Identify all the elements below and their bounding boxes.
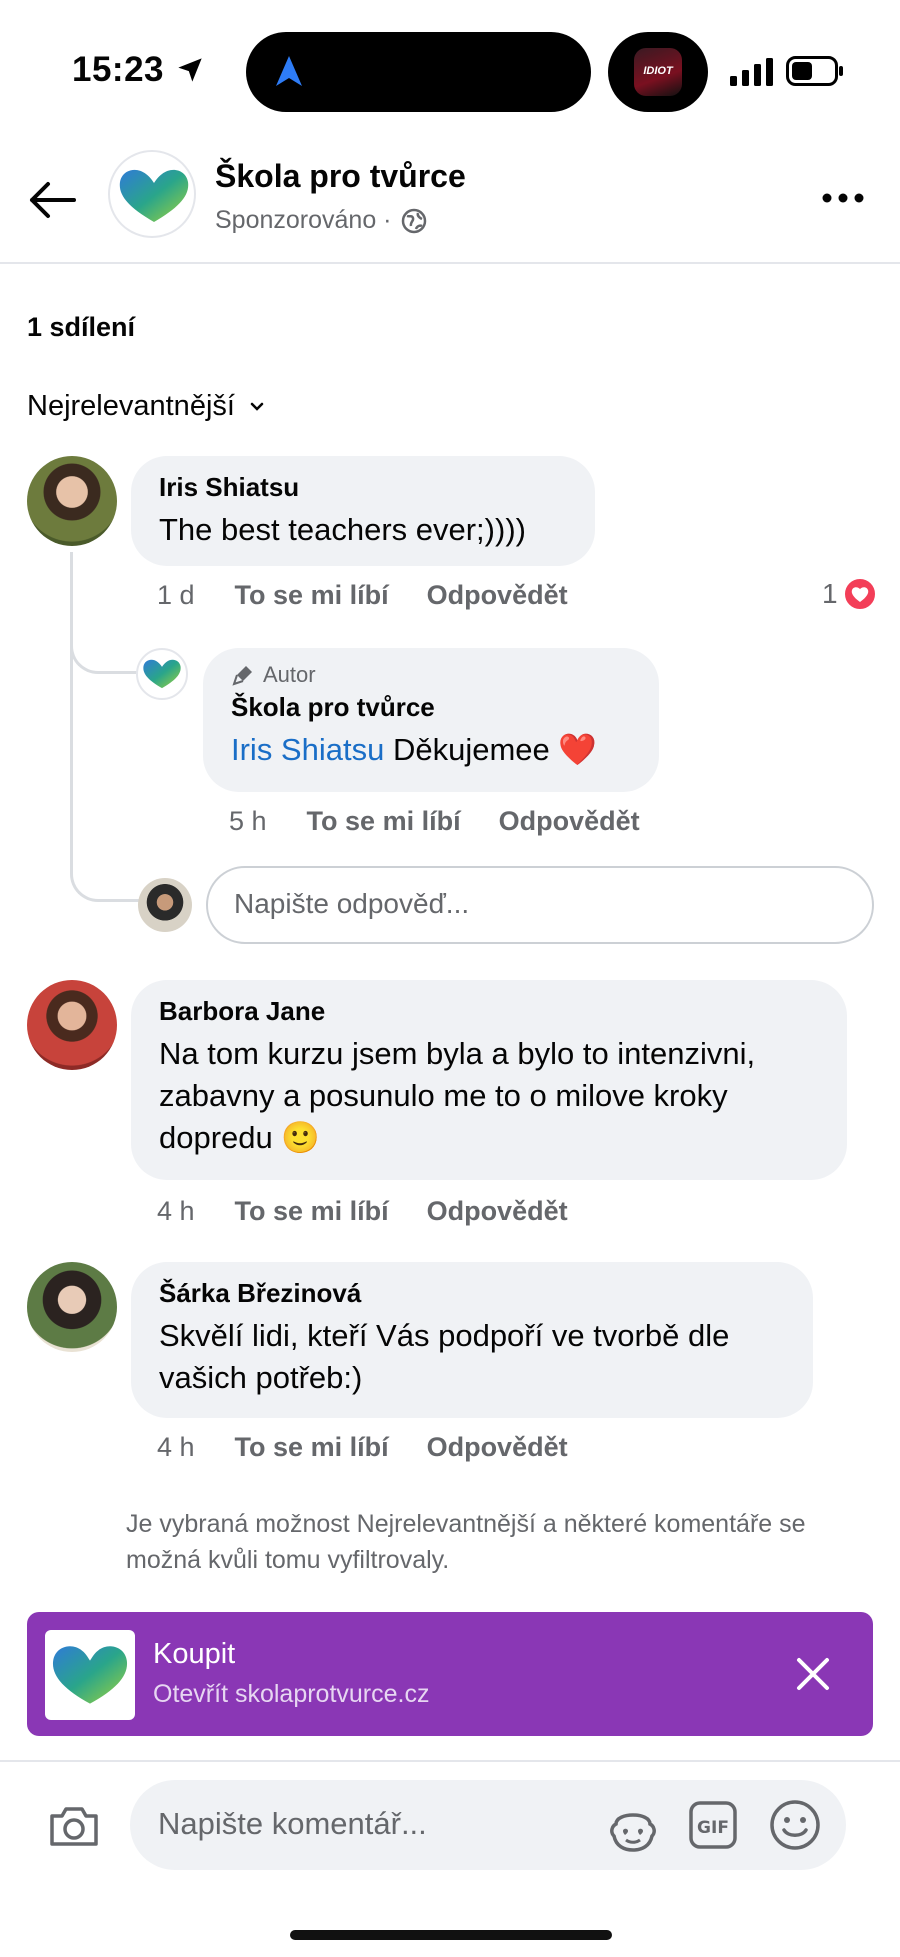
microphone-icon xyxy=(232,666,252,686)
comment-text-line: Skvělí lidi, kteří Vás podpoří ve tvorbě… xyxy=(159,1318,730,1353)
like-button[interactable]: To se mi líbí xyxy=(307,806,461,837)
comment-input[interactable]: Napište komentář... xyxy=(130,1780,846,1870)
gif-label: GIF xyxy=(697,1818,729,1838)
reply-button[interactable]: Odpovědět xyxy=(427,1196,568,1227)
battery-icon xyxy=(786,56,843,86)
comment-bubble[interactable]: Iris Shiatsu The best teachers ever;)))) xyxy=(131,456,595,566)
shares-count[interactable]: 1 sdílení xyxy=(27,312,135,343)
cellular-signal-icon xyxy=(730,58,773,86)
gif-icon: GIF xyxy=(689,1801,737,1849)
heart-logo-icon xyxy=(143,659,181,689)
location-arrow-icon xyxy=(178,58,202,82)
navigation-app-icon xyxy=(276,56,302,86)
comment-author[interactable]: Šárka Březinová xyxy=(159,1278,785,1309)
reply-text-body: Děkujemee xyxy=(392,732,550,767)
reply-button[interactable]: Odpovědět xyxy=(427,580,568,611)
reply-bubble[interactable]: Autor Škola pro tvůrce Iris Shiatsu Děku… xyxy=(203,648,659,792)
like-button[interactable]: To se mi líbí xyxy=(235,1432,389,1463)
reaction-count-number: 1 xyxy=(822,578,838,609)
heart-emoji: ❤️ xyxy=(558,732,598,767)
comment-time[interactable]: 4 h xyxy=(157,1432,195,1463)
ad-title[interactable]: Koupit xyxy=(153,1638,235,1671)
reply-author[interactable]: Škola pro tvůrce xyxy=(231,692,631,723)
comment-composer: Napište komentář... GIF xyxy=(0,1760,900,1957)
reply-text: Iris Shiatsu Děkujemee ❤️ xyxy=(231,729,631,771)
author-badge: Autor xyxy=(231,662,631,688)
comment-author[interactable]: Barbora Jane xyxy=(159,996,819,1027)
comment-text-line: Na tom kurzu jsem byla a bylo to intenzi… xyxy=(159,1036,756,1071)
like-button[interactable]: To se mi líbí xyxy=(235,1196,389,1227)
comment-bubble[interactable]: Barbora Jane Na tom kurzu jsem byla a by… xyxy=(131,980,847,1180)
thread-connector-branch xyxy=(70,552,144,674)
current-user-avatar xyxy=(138,878,192,932)
comment-actions: 1 d To se mi líbí Odpovědět xyxy=(157,580,606,611)
smile-emoji: 🙂 xyxy=(281,1120,321,1155)
heart-logo-icon xyxy=(119,169,189,222)
close-icon[interactable] xyxy=(793,1654,833,1694)
sponsored-text: Sponzorováno · xyxy=(215,206,392,234)
ad-url[interactable]: Otevřít skolaprotvurce.cz xyxy=(153,1680,429,1709)
heart-logo-icon xyxy=(52,1646,128,1704)
sponsored-label: Sponzorováno · xyxy=(215,206,428,235)
mention-link[interactable]: Iris Shiatsu xyxy=(231,732,384,767)
comment-actions: 4 h To se mi líbí Odpovědět xyxy=(157,1196,606,1227)
reply-button[interactable]: Odpovědět xyxy=(427,1432,568,1463)
page-avatar[interactable] xyxy=(108,150,196,238)
reply-author-avatar[interactable] xyxy=(136,648,188,700)
reply-input[interactable]: Napište odpověď... xyxy=(206,866,874,944)
emoji-icon[interactable] xyxy=(768,1798,822,1852)
reaction-count[interactable]: 1 xyxy=(822,576,878,612)
reply-time[interactable]: 5 h xyxy=(229,806,267,837)
commenter-avatar[interactable] xyxy=(27,456,117,546)
commenter-avatar[interactable] xyxy=(27,980,117,1070)
comment-text-line: dopredu xyxy=(159,1120,273,1155)
comment-author[interactable]: Iris Shiatsu xyxy=(159,472,567,503)
filter-notice: Je vybraná možnost Nejrelevantnější a ně… xyxy=(126,1510,806,1574)
status-bar: 15:23 IDIOT xyxy=(0,0,900,140)
back-arrow-icon[interactable] xyxy=(24,172,80,228)
comment-text-line: vašich potřeb:) xyxy=(159,1360,363,1395)
globe-icon xyxy=(401,208,426,233)
sort-dropdown[interactable]: Nejrelevantnější xyxy=(27,390,265,423)
live-activity-app[interactable]: IDIOT xyxy=(608,32,708,112)
reply-button[interactable]: Odpovědět xyxy=(499,806,640,837)
app-badge-text: IDIOT xyxy=(643,65,673,77)
chevron-down-icon xyxy=(250,402,264,411)
love-reaction-icon xyxy=(842,577,877,611)
comment-time[interactable]: 4 h xyxy=(157,1196,195,1227)
author-badge-label: Autor xyxy=(263,662,316,687)
ad-cta-banner[interactable]: Koupit Otevřít skolaprotvurce.cz xyxy=(27,1612,873,1736)
home-indicator[interactable] xyxy=(290,1930,612,1940)
sort-label: Nejrelevantnější xyxy=(27,390,235,422)
dynamic-island xyxy=(246,32,591,112)
more-options-icon[interactable] xyxy=(818,178,868,218)
page-name[interactable]: Škola pro tvůrce xyxy=(215,158,466,195)
comment-text-last-line: dopredu 🙂 xyxy=(159,1117,819,1159)
comment-actions: 4 h To se mi líbí Odpovědět xyxy=(157,1432,606,1463)
app-thumbnail: IDIOT xyxy=(634,48,682,96)
ad-logo xyxy=(45,1630,135,1720)
commenter-avatar[interactable] xyxy=(27,1262,117,1352)
comment-time[interactable]: 1 d xyxy=(157,580,195,611)
reply-actions: 5 h To se mi líbí Odpovědět xyxy=(229,806,678,837)
post-header: Škola pro tvůrce Sponzorováno · xyxy=(0,140,900,264)
comment-bubble[interactable]: Šárka Březinová Skvělí lidi, kteří Vás p… xyxy=(131,1262,813,1418)
gif-button[interactable]: GIF xyxy=(688,1800,738,1850)
camera-icon[interactable] xyxy=(46,1798,102,1854)
like-button[interactable]: To se mi líbí xyxy=(235,580,389,611)
avatar-sticker-icon[interactable] xyxy=(606,1802,660,1852)
status-time: 15:23 xyxy=(72,50,165,89)
comment-text-line: zabavny a posunulo me to o milove kroky xyxy=(159,1078,728,1113)
comment-text: The best teachers ever;)))) xyxy=(159,512,526,547)
